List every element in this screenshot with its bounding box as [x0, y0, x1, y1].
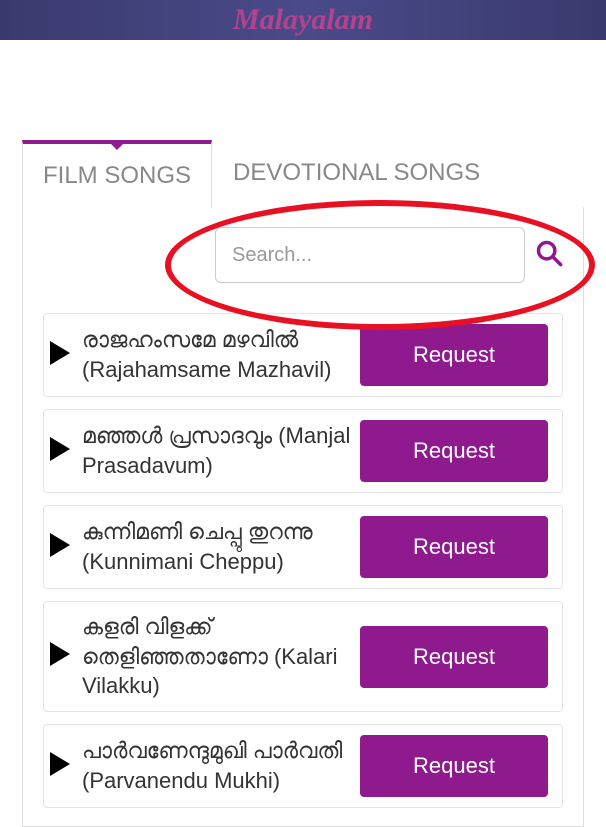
- film-songs-panel: രാജഹംസമേ മഴവിൽ (Rajahamsame Mazhavil) Re…: [22, 207, 584, 827]
- song-row: രാജഹംസമേ മഴവിൽ (Rajahamsame Mazhavil) Re…: [43, 313, 563, 397]
- song-tabs: FILM SONGS DEVOTIONAL SONGS: [22, 140, 584, 208]
- app-header: Malayalam: [0, 0, 606, 40]
- song-title: കുന്നിമണി ചെപ്പു തുറന്നു (Kunnimani Chep…: [78, 517, 352, 576]
- request-button[interactable]: Request: [360, 626, 548, 688]
- song-title: മഞ്ഞൾ പ്രസാദവും (Manjal Prasadavum): [78, 421, 352, 480]
- play-icon[interactable]: [50, 533, 70, 562]
- app-title: Malayalam: [233, 3, 373, 37]
- request-button[interactable]: Request: [360, 324, 548, 386]
- song-row: പാർവണേന്ദുമുഖി പാർവതി (Parvanendu Mukhi)…: [43, 724, 563, 808]
- song-row: മഞ്ഞൾ പ്രസാദവും (Manjal Prasadavum) Requ…: [43, 409, 563, 493]
- song-row: കുന്നിമണി ചെപ്പു തുറന്നു (Kunnimani Chep…: [43, 505, 563, 589]
- song-title: പാർവണേന്ദുമുഖി പാർവതി (Parvanendu Mukhi): [78, 736, 352, 795]
- main-content: FILM SONGS DEVOTIONAL SONGS രാജഹംസമേ മഴവ…: [0, 40, 606, 827]
- tab-film-songs[interactable]: FILM SONGS: [22, 140, 212, 208]
- play-icon[interactable]: [50, 642, 70, 671]
- song-row: കളരി വിളക്ക് തെളിഞ്ഞതാണോ (Kalari Vilakku…: [43, 601, 563, 712]
- play-icon[interactable]: [50, 752, 70, 781]
- song-title: കളരി വിളക്ക് തെളിഞ്ഞതാണോ (Kalari Vilakku…: [78, 612, 352, 701]
- request-button[interactable]: Request: [360, 516, 548, 578]
- search-icon[interactable]: [535, 239, 563, 272]
- search-row: [43, 227, 563, 283]
- request-button[interactable]: Request: [360, 735, 548, 797]
- play-icon[interactable]: [50, 437, 70, 466]
- search-input[interactable]: [215, 227, 525, 283]
- play-icon[interactable]: [50, 341, 70, 370]
- song-title: രാജഹംസമേ മഴവിൽ (Rajahamsame Mazhavil): [78, 325, 352, 384]
- tab-devotional-songs[interactable]: DEVOTIONAL SONGS: [212, 140, 501, 208]
- request-button[interactable]: Request: [360, 420, 548, 482]
- song-list: രാജഹംസമേ മഴവിൽ (Rajahamsame Mazhavil) Re…: [43, 313, 563, 808]
